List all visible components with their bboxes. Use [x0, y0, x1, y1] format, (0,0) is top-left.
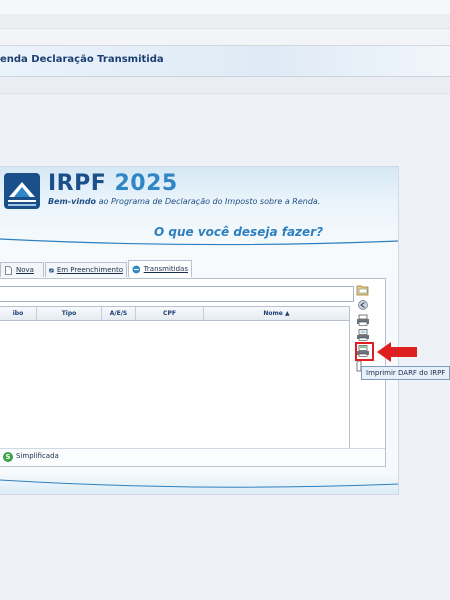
print-receipt-icon[interactable] — [356, 329, 370, 341]
column-header-aes[interactable]: A/E/S — [102, 307, 136, 320]
banner-swoosh — [0, 238, 398, 246]
declarations-table[interactable]: ibo Tipo A/E/S CPF Nome ▲ — [0, 306, 350, 451]
tab-label: Em Preenchimento — [56, 266, 123, 274]
edit-icon — [49, 268, 54, 272]
tab-nova[interactable]: Nova — [0, 262, 44, 277]
transmit-icon — [132, 265, 141, 273]
footer-swoosh — [0, 472, 398, 494]
column-header-cpf[interactable]: CPF — [136, 307, 204, 320]
declaration-mode-label: Simplificada — [16, 452, 59, 460]
program-title: IRPF 2025 — [48, 171, 178, 196]
declaration-tabs: Nova Em Preenchimento Transmitidas — [0, 260, 398, 278]
toolbar-row-2 — [0, 29, 450, 46]
search-input[interactable] — [0, 286, 354, 302]
column-header-nome[interactable]: Nome ▲ — [204, 307, 349, 320]
tab-label: Nova — [16, 266, 34, 274]
open-folder-icon[interactable] — [356, 284, 370, 296]
welcome-text: Bem-vindo ao Programa de Declaração do I… — [48, 197, 320, 206]
simplified-mode-icon: S — [3, 452, 13, 462]
window-title: enda Declaração Transmitida — [0, 54, 164, 65]
banner: IRPF 2025 Bem-vindo ao Programa de Decla… — [0, 167, 398, 246]
welcome-bold: Bem-vindo — [48, 197, 97, 206]
back-icon[interactable] — [356, 299, 370, 311]
column-header-recibo[interactable]: ibo — [0, 307, 37, 320]
irpf-welcome-window: IRPF 2025 Bem-vindo ao Programa de Decla… — [0, 166, 399, 495]
top-strip — [0, 0, 450, 14]
tab-em-preenchimento[interactable]: Em Preenchimento — [45, 262, 127, 277]
column-header-tipo[interactable]: Tipo — [37, 307, 102, 320]
receita-logo-icon — [4, 173, 40, 209]
table-header: ibo Tipo A/E/S CPF Nome ▲ — [0, 307, 349, 321]
program-name: IRPF — [48, 171, 107, 196]
status-bar: S Simplificada — [0, 448, 385, 465]
tab-label: Transmitidas — [143, 265, 188, 273]
title-bar: enda Declaração Transmitida — [0, 46, 450, 77]
subtitle-strip — [0, 77, 450, 94]
new-file-icon — [5, 265, 12, 275]
tooltip: Imprimir DARF do IRPF — [361, 366, 450, 380]
program-year: 2025 — [114, 171, 178, 196]
print-icon[interactable] — [356, 314, 370, 326]
footer-curve — [0, 479, 398, 488]
pointer-arrow-icon — [377, 342, 417, 362]
darf-highlight-box — [355, 342, 374, 361]
toolbar-row — [0, 14, 450, 29]
tab-transmitidas[interactable]: Transmitidas — [128, 260, 192, 277]
declarations-panel: ibo Tipo A/E/S CPF Nome ▲ S Simplificada — [0, 278, 386, 467]
welcome-rest: ao Programa de Declaração do Imposto sob… — [96, 197, 321, 206]
